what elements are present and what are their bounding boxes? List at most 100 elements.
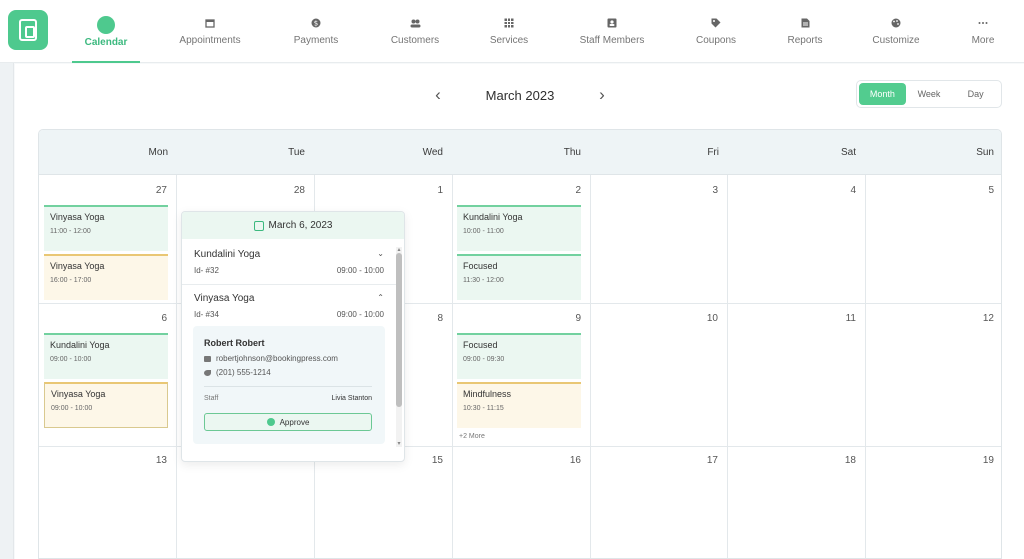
coupon-icon	[710, 17, 722, 29]
nav-services[interactable]: Services	[487, 0, 531, 63]
check-circle-icon	[266, 418, 275, 426]
nav-calendar[interactable]: Calendar	[72, 0, 140, 63]
top-navigation-bar: Calendar Appointments $ Payments Custome…	[0, 0, 1024, 63]
appointments-icon	[204, 17, 216, 29]
nav-customize[interactable]: Customize	[868, 0, 924, 63]
view-month-button[interactable]: Month	[859, 83, 906, 105]
event-time: 09:00 - 10:00	[51, 405, 93, 412]
weekday-mon: Mon	[148, 147, 168, 158]
event-title: Kundalini Yoga	[463, 212, 523, 222]
reports-icon	[799, 17, 811, 29]
staff-icon	[606, 17, 618, 29]
day-number[interactable]: 5	[964, 185, 994, 196]
chevron-up-icon[interactable]: ⌃	[377, 293, 384, 302]
day-number[interactable]: 11	[826, 313, 856, 324]
nav-coupons[interactable]: Coupons	[692, 0, 740, 63]
popup-event-time: 09:00 - 10:00	[336, 266, 384, 275]
day-number[interactable]: 2	[551, 185, 581, 196]
day-number[interactable]: 15	[413, 455, 443, 466]
popup-date: March 6, 2023	[268, 220, 333, 231]
weekday-wed: Wed	[422, 147, 443, 158]
svg-text:$: $	[314, 20, 318, 28]
view-day-button[interactable]: Day	[952, 83, 999, 105]
day-number[interactable]: 10	[688, 313, 718, 324]
view-week-button[interactable]: Week	[906, 83, 953, 105]
nav-more[interactable]: More	[966, 0, 1000, 63]
popup-event-item[interactable]: Kundalini Yoga ⌄ Id- #32 09:00 - 10:00	[194, 249, 384, 283]
email-icon	[204, 355, 211, 362]
phone-icon	[204, 369, 211, 376]
day-number[interactable]: 17	[688, 455, 718, 466]
divider	[182, 284, 396, 285]
event-time: 11:00 - 12:00	[50, 228, 91, 235]
chevron-down-icon[interactable]: ⌄	[377, 249, 384, 258]
next-month-button[interactable]: ›	[594, 86, 610, 103]
day-number[interactable]: 12	[964, 313, 994, 324]
services-icon	[503, 17, 515, 29]
approve-button[interactable]: Approve	[204, 413, 372, 431]
popup-scrollbar[interactable]: ▴ ▾	[396, 247, 402, 447]
nav-payments[interactable]: $ Payments	[290, 0, 342, 63]
calendar-icon	[97, 15, 115, 34]
customer-email-row: robertjohnson@bookingpress.com	[204, 354, 338, 363]
event-title: Vinyasa Yoga	[50, 212, 105, 222]
more-icon	[977, 17, 989, 29]
day-number[interactable]: 16	[551, 455, 581, 466]
nav-reports[interactable]: Reports	[784, 0, 826, 63]
popup-event-name: Kundalini Yoga	[194, 249, 261, 260]
day-number[interactable]: 18	[826, 455, 856, 466]
logo-icon	[19, 19, 37, 41]
event-card-selected[interactable]: Vinyasa Yoga 09:00 - 10:00	[44, 382, 168, 428]
nav-appointments[interactable]: Appointments	[175, 0, 245, 63]
day-number[interactable]: 28	[275, 185, 305, 196]
event-card[interactable]: Vinyasa Yoga 16:00 - 17:00	[44, 254, 168, 300]
event-card[interactable]: Focused 11:30 - 12:00	[457, 254, 581, 300]
event-title: Kundalini Yoga	[50, 340, 110, 350]
left-sidebar-strip	[0, 63, 14, 559]
event-card[interactable]: Kundalini Yoga 09:00 - 10:00	[44, 333, 168, 379]
event-card[interactable]: Kundalini Yoga 10:00 - 11:00	[457, 205, 581, 251]
staff-label: Staff	[204, 395, 219, 402]
event-card[interactable]: Vinyasa Yoga 11:00 - 12:00	[44, 205, 168, 251]
appointment-detail-card: Robert Robert robertjohnson@bookingpress…	[193, 326, 385, 444]
staff-name: Livia Stanton	[331, 395, 372, 402]
prev-month-button[interactable]: ‹	[430, 86, 446, 103]
nav-staff-members[interactable]: Staff Members	[575, 0, 649, 63]
customer-phone-row: (201) 555-1214	[204, 368, 271, 377]
payments-icon: $	[310, 17, 322, 29]
event-card[interactable]: Mindfulness 10:30 - 11:15	[457, 382, 581, 428]
grid-line	[727, 175, 728, 558]
more-events-link[interactable]: +2 More	[459, 433, 485, 440]
weekday-header: Mon Tue Wed Thu Fri Sat Sun	[39, 130, 1001, 175]
weekday-fri: Fri	[707, 147, 719, 158]
day-number[interactable]: 19	[964, 455, 994, 466]
scrollbar-thumb[interactable]	[396, 253, 402, 407]
event-title: Focused	[463, 340, 498, 350]
day-number[interactable]: 27	[137, 185, 167, 196]
grid-line	[590, 175, 591, 558]
day-number[interactable]: 6	[137, 313, 167, 324]
event-title: Vinyasa Yoga	[51, 389, 106, 399]
scroll-down-icon[interactable]: ▾	[396, 441, 402, 447]
popup-event-time: 09:00 - 10:00	[336, 310, 384, 319]
weekday-tue: Tue	[288, 147, 305, 158]
divider	[204, 386, 372, 387]
day-number[interactable]: 8	[413, 313, 443, 324]
nav-customers[interactable]: Customers	[387, 0, 443, 63]
customer-email: robertjohnson@bookingpress.com	[216, 354, 338, 363]
app-logo[interactable]	[8, 10, 48, 50]
popup-event-name: Vinyasa Yoga	[194, 293, 255, 304]
popup-event-item-expanded[interactable]: Vinyasa Yoga ⌃ Id- #34 09:00 - 10:00	[194, 293, 384, 327]
calendar-icon	[253, 220, 264, 231]
day-number[interactable]: 13	[137, 455, 167, 466]
day-number[interactable]: 1	[413, 185, 443, 196]
event-time: 09:00 - 10:00	[50, 356, 92, 363]
grid-line	[452, 175, 453, 558]
day-number[interactable]: 9	[551, 313, 581, 324]
day-number[interactable]: 4	[826, 185, 856, 196]
event-card[interactable]: Focused 09:00 - 09:30	[457, 333, 581, 379]
palette-icon	[890, 17, 902, 29]
approve-label: Approve	[279, 417, 310, 427]
day-number[interactable]: 3	[688, 185, 718, 196]
event-time: 10:30 - 11:15	[463, 405, 504, 412]
